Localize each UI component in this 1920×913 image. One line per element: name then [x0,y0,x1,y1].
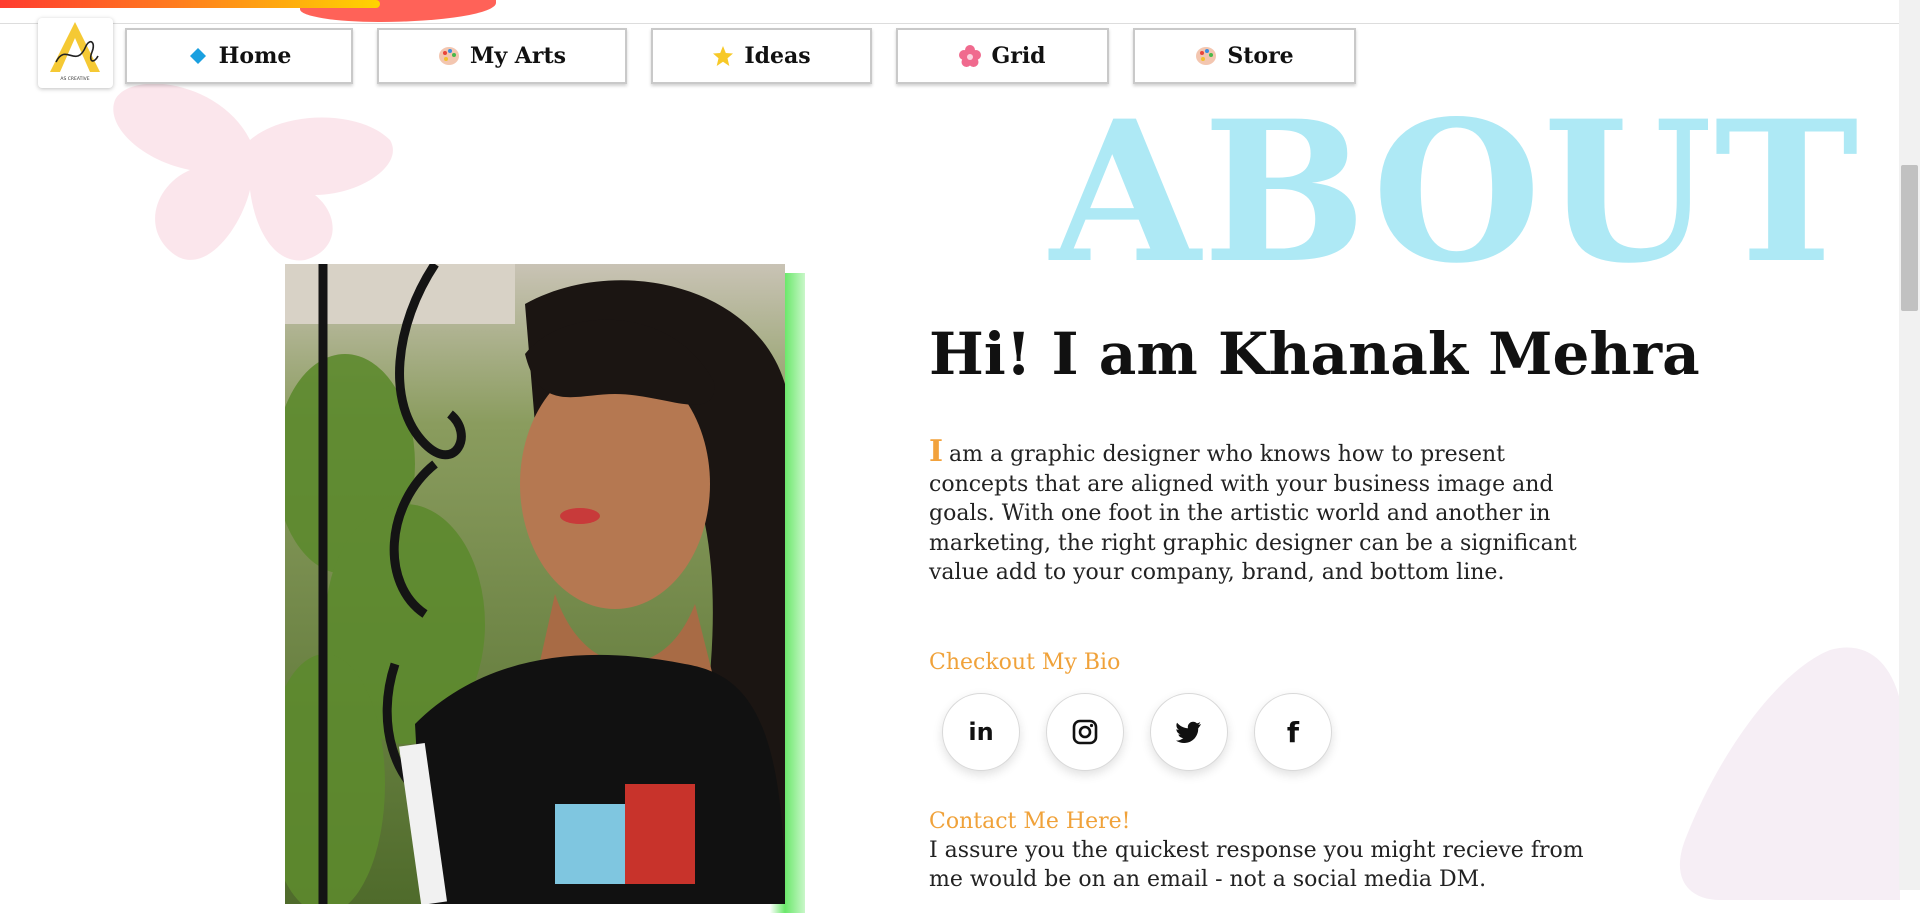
main-navigation: AS CREATIVE Home My Arts Ideas Grid Stor… [38,18,1380,88]
greeting-text: Hi! I am Khanak Mehra [929,320,1700,388]
linkedin-icon: in [968,718,994,746]
bio-dropcap: I [929,434,944,469]
bio-paragraph: Iam a graphic designer who knows how to … [929,437,1589,588]
nav-store-button[interactable]: Store [1133,28,1356,84]
palette-icon [1195,45,1217,67]
flower-icon [959,45,982,67]
social-links: in f [942,693,1358,771]
nav-ideas-button[interactable]: Ideas [651,28,872,84]
profile-photo [285,264,785,904]
nav-grid-label: Grid [991,43,1046,69]
page-scrollbar[interactable] [1899,0,1920,890]
bio-link[interactable]: Checkout My Bio [929,650,1120,675]
site-logo[interactable]: AS CREATIVE [38,18,113,88]
contact-heading: Contact Me Here! [929,809,1131,834]
star-icon [712,45,734,67]
palette-icon [438,45,460,67]
blue-diamond-icon [187,45,209,67]
instagram-icon [1072,719,1098,745]
twitter-button[interactable] [1150,693,1228,771]
nav-store-label: Store [1227,43,1294,69]
artful-logo-icon: AS CREATIVE [50,22,100,82]
facebook-icon: f [1286,715,1300,749]
facebook-button[interactable]: f [1254,693,1332,771]
logo-caption: AS CREATIVE [60,76,89,82]
butterfly-decoration [113,83,393,261]
nav-home-label: Home [218,43,292,69]
bio-text: am a graphic designer who knows how to p… [929,442,1577,585]
scrollbar-thumb[interactable] [1901,165,1918,311]
contact-text: I assure you the quickest response you m… [929,838,1584,892]
greeting-heading: Hi! I am Khanak Mehra [929,320,1709,388]
nav-grid-button[interactable]: Grid [896,28,1109,84]
nav-ideas-label: Ideas [744,43,811,69]
nav-home-button[interactable]: Home [125,28,353,84]
about-heading: ABOUT [1050,78,1861,306]
scroll-progress-bar [0,0,380,8]
instagram-button[interactable] [1046,693,1124,771]
butterfly-decoration [1679,647,1900,900]
linkedin-button[interactable]: in [942,693,1020,771]
nav-my-arts-button[interactable]: My Arts [377,28,627,84]
twitter-icon [1176,721,1201,743]
nav-my-arts-label: My Arts [469,43,566,69]
